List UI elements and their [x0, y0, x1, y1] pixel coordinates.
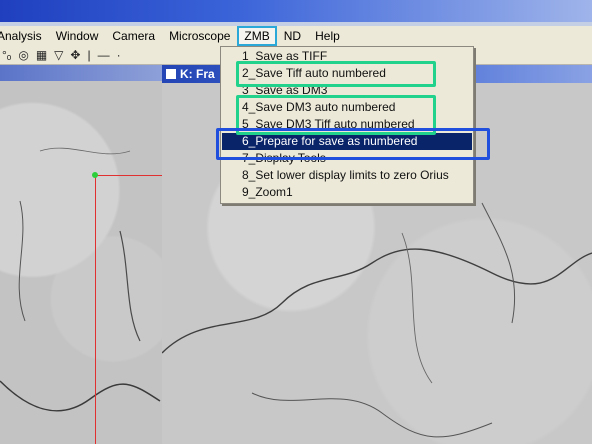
- menu-item-display-tools[interactable]: 7_Display Tools: [222, 150, 472, 167]
- menu-microscope[interactable]: Microscope: [162, 26, 237, 46]
- menubar: Analysis Window Camera Microscope ZMB ND…: [0, 26, 592, 46]
- left-specimen-lines: [0, 147, 161, 412]
- move-icon[interactable]: ✥: [70, 48, 80, 62]
- image-window-title-text: K: Fra: [180, 67, 215, 81]
- menu-item-save-tiff[interactable]: 1_Save as TIFF: [222, 48, 472, 65]
- zmb-dropdown-menu: 1_Save as TIFF 2_Save Tiff auto numbered…: [220, 46, 474, 204]
- point-icon[interactable]: ·: [117, 48, 121, 62]
- hline-icon[interactable]: —: [98, 48, 110, 62]
- vline-icon[interactable]: |: [87, 48, 90, 62]
- menu-camera[interactable]: Camera: [105, 26, 162, 46]
- menu-item-save-dm3-tiff-auto-numbered[interactable]: 5_Save DM3 Tiff auto numbered: [222, 116, 472, 133]
- menu-item-set-display-limits[interactable]: 8_Set lower display limits to zero Orius: [222, 167, 472, 184]
- left-micrograph[interactable]: [0, 81, 162, 444]
- menu-item-save-tiff-auto-numbered[interactable]: 2_Save Tiff auto numbered: [222, 65, 472, 82]
- left-pane-header: [0, 65, 162, 81]
- dots-icon[interactable]: °ₒ: [2, 48, 11, 62]
- menu-item-save-dm3[interactable]: 3_Save as DM3: [222, 82, 472, 99]
- menu-analysis[interactable]: Analysis: [0, 26, 49, 46]
- crosshair-vertical: [95, 175, 96, 444]
- menu-item-prepare-save-numbered[interactable]: 6_Prepare for save as numbered: [222, 133, 472, 150]
- menu-zmb[interactable]: ZMB: [237, 26, 277, 46]
- menu-item-save-dm3-auto-numbered[interactable]: 4_Save DM3 auto numbered: [222, 99, 472, 116]
- left-image-pane[interactable]: [0, 65, 164, 444]
- menu-item-zoom1[interactable]: 9_Zoom1: [222, 184, 472, 201]
- crosshair-marker[interactable]: [92, 172, 98, 178]
- grid-icon[interactable]: ▦: [36, 48, 47, 62]
- window-icon: [166, 69, 176, 79]
- target-icon[interactable]: ◎: [18, 48, 28, 62]
- menu-help[interactable]: Help: [308, 26, 347, 46]
- menu-window[interactable]: Window: [49, 26, 106, 46]
- menu-nd[interactable]: ND: [277, 26, 308, 46]
- crosshair-horizontal: [95, 175, 162, 176]
- funnel-icon[interactable]: ▽: [54, 48, 63, 62]
